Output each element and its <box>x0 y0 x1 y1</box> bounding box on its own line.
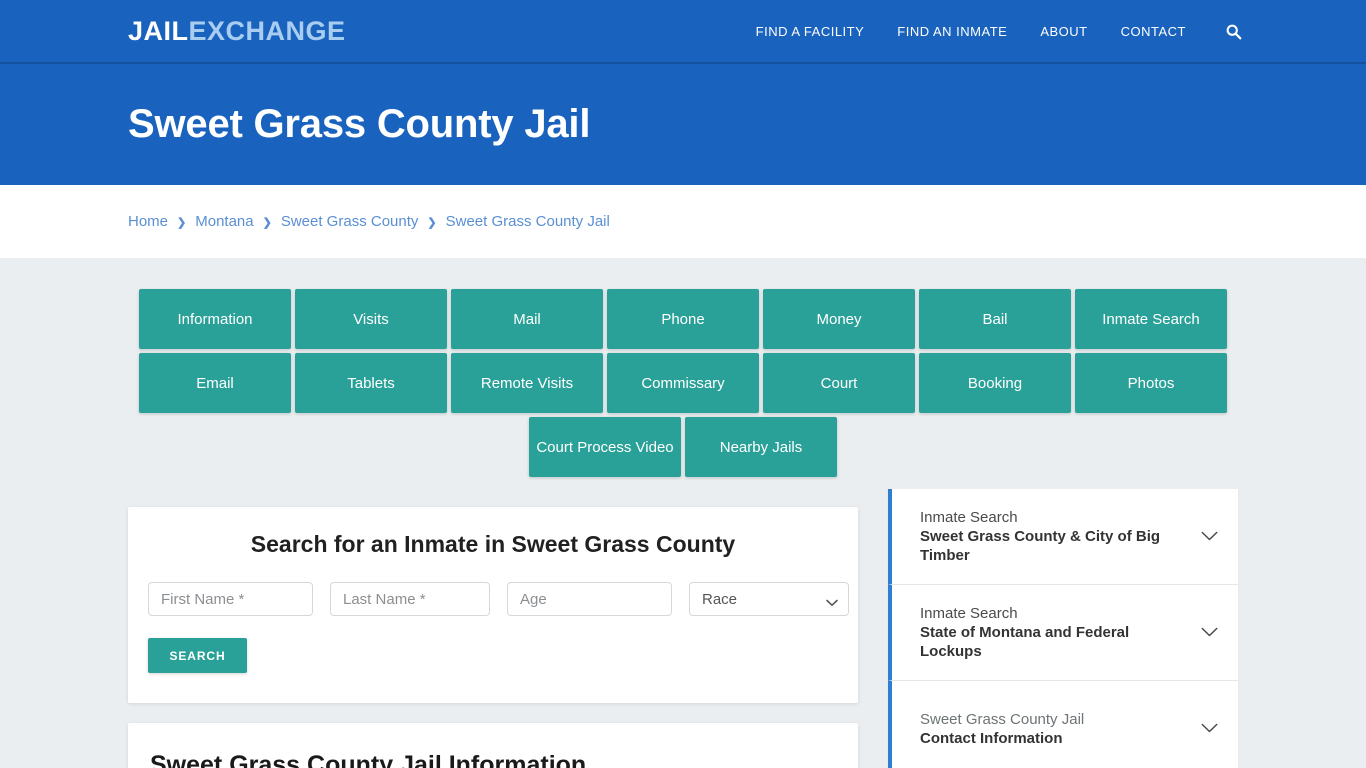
top-navigation-bar: JAILEXCHANGE FIND A FACILITY FIND AN INM… <box>0 0 1366 64</box>
accordion-text: Sweet Grass County Jail Contact Informat… <box>920 710 1188 748</box>
breadcrumb-separator-icon: ❯ <box>427 217 437 229</box>
chevron-down-icon[interactable] <box>1198 718 1220 740</box>
tab-booking[interactable]: Booking <box>919 353 1071 413</box>
tab-court-process-video[interactable]: Court Process Video <box>529 417 681 477</box>
accordion-line-1: Sweet Grass County Jail <box>920 710 1085 728</box>
tab-photos[interactable]: Photos <box>1075 353 1227 413</box>
inmate-search-title: Search for an Inmate in Sweet Grass Coun… <box>250 531 736 557</box>
tab-tablets[interactable]: Tablets <box>295 353 447 413</box>
tab-remote-visits[interactable]: Remote Visits <box>451 353 603 413</box>
tab-mail[interactable]: Mail <box>451 289 603 349</box>
breadcrumb-separator-icon: ❯ <box>177 217 187 229</box>
search-fields: Race <box>148 582 849 616</box>
tab-row-1: Information Visits Mail Phone Money Bail… <box>0 289 1366 349</box>
accordion-line-2: State of Montana and Federal Lockups <box>920 624 1130 660</box>
accordion-line-2: Sweet Grass County & City of Big Timber <box>920 528 1161 564</box>
race-select[interactable]: Race <box>689 582 849 616</box>
main-content: Search for an Inmate in Sweet Grass Coun… <box>0 489 1366 768</box>
search-icon[interactable] <box>1224 22 1242 40</box>
chevron-down-icon[interactable] <box>1198 526 1220 548</box>
tab-email[interactable]: Email <box>139 353 291 413</box>
nav-item-find-a-facility[interactable]: FIND A FACILITY <box>756 24 865 39</box>
breadcrumb-separator-icon: ❯ <box>262 217 272 229</box>
sidebar-accordion: Inmate Search Sweet Grass County & City … <box>888 489 1238 768</box>
breadcrumb-item-home[interactable]: Home <box>128 213 168 230</box>
tab-row-3: Court Process Video Nearby Jails <box>0 417 1366 477</box>
accordion-text: Inmate Search State of Montana and Feder… <box>920 604 1188 661</box>
tab-bail[interactable]: Bail <box>919 289 1071 349</box>
inmate-search-card: Search for an Inmate in Sweet Grass Coun… <box>128 507 858 703</box>
accordion-item-inmate-search-county[interactable]: Inmate Search Sweet Grass County & City … <box>888 489 1238 585</box>
accordion-item-inmate-search-state[interactable]: Inmate Search State of Montana and Feder… <box>888 585 1238 681</box>
logo-part-exchange: EXCHANGE <box>188 15 346 46</box>
accordion-text: Inmate Search Sweet Grass County & City … <box>920 508 1188 565</box>
tab-phone[interactable]: Phone <box>607 289 759 349</box>
nav-item-about[interactable]: ABOUT <box>1040 24 1087 39</box>
tab-nearby-jails[interactable]: Nearby Jails <box>685 417 837 477</box>
hero-banner: Sweet Grass County Jail <box>0 64 1366 185</box>
breadcrumb-bar: Home ❯ Montana ❯ Sweet Grass County ❯ Sw… <box>0 185 1366 258</box>
tab-money[interactable]: Money <box>763 289 915 349</box>
nav-links: FIND A FACILITY FIND AN INMATE ABOUT CON… <box>756 22 1242 40</box>
race-select-wrapper: Race <box>689 582 849 616</box>
accordion-line-1: Inmate Search <box>920 605 1018 622</box>
breadcrumb-item-sweet-grass-county[interactable]: Sweet Grass County <box>281 213 419 230</box>
jail-information-card: Sweet Grass County Jail Information <box>128 723 858 768</box>
chevron-down-icon[interactable] <box>1198 622 1220 644</box>
search-button[interactable]: SEARCH <box>148 638 247 673</box>
tab-visits[interactable]: Visits <box>295 289 447 349</box>
jail-information-heading: Sweet Grass County Jail Information <box>150 751 587 768</box>
facility-tab-grid: Information Visits Mail Phone Money Bail… <box>0 258 1366 477</box>
page-title: Sweet Grass County Jail <box>128 102 591 146</box>
logo-part-jail: JAIL <box>128 15 189 46</box>
accordion-item-contact-information[interactable]: Sweet Grass County Jail Contact Informat… <box>888 681 1238 768</box>
breadcrumb: Home ❯ Montana ❯ Sweet Grass County ❯ Sw… <box>128 213 610 230</box>
age-input[interactable] <box>507 582 672 616</box>
first-name-input[interactable] <box>148 582 313 616</box>
breadcrumb-item-montana[interactable]: Montana <box>195 213 253 230</box>
nav-item-contact[interactable]: CONTACT <box>1121 24 1186 39</box>
tab-court[interactable]: Court <box>763 353 915 413</box>
last-name-input[interactable] <box>330 582 490 616</box>
tab-commissary[interactable]: Commissary <box>607 353 759 413</box>
tab-row-2: Email Tablets Remote Visits Commissary C… <box>0 353 1366 413</box>
breadcrumb-item-current[interactable]: Sweet Grass County Jail <box>446 213 610 230</box>
tab-inmate-search[interactable]: Inmate Search <box>1075 289 1227 349</box>
tab-information[interactable]: Information <box>139 289 291 349</box>
accordion-line-2: Contact Information <box>920 729 1063 747</box>
left-column: Search for an Inmate in Sweet Grass Coun… <box>128 507 858 768</box>
nav-item-find-an-inmate[interactable]: FIND AN INMATE <box>897 24 1007 39</box>
site-logo[interactable]: JAILEXCHANGE <box>128 16 346 47</box>
accordion-line-1: Inmate Search <box>920 509 1018 526</box>
